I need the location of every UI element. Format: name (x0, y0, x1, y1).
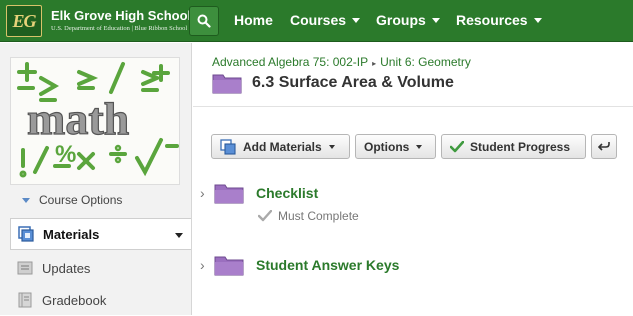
chevron-down-icon (416, 144, 423, 149)
add-materials-label: Add Materials (243, 139, 322, 154)
nav-courses[interactable]: Courses (290, 12, 361, 28)
math-symbols-graphic: % math (11, 58, 179, 184)
left-sidebar: % math Course Options Materials Updates (0, 43, 192, 315)
list-item[interactable]: › Student Answer Keys (200, 254, 399, 276)
svg-text:%: % (55, 141, 76, 168)
requirement-status: Must Complete (258, 209, 359, 223)
divider (193, 106, 633, 107)
checkmark-icon (258, 210, 272, 222)
checkmark-icon (450, 140, 464, 152)
chevron-down-icon (431, 17, 440, 23)
nav-groups[interactable]: Groups (376, 12, 440, 28)
chevron-down-icon (328, 144, 335, 149)
requirement-label: Must Complete (278, 209, 359, 223)
school-name[interactable]: Elk Grove High School (51, 8, 191, 23)
breadcrumb-course-link[interactable]: Advanced Algebra 75: 002-IP (212, 55, 368, 69)
sidebar-item-label: Materials (43, 226, 100, 242)
options-label: Options (364, 139, 410, 154)
top-navigation-bar: EG Elk Grove High School U.S. Department… (0, 0, 633, 42)
chevron-right-icon[interactable]: › (200, 257, 214, 273)
sidebar-item-gradebook[interactable]: Gradebook (10, 284, 191, 316)
nav-courses-label: Courses (290, 12, 347, 28)
chevron-down-icon (533, 17, 542, 23)
gradebook-icon (18, 292, 32, 308)
add-materials-button[interactable]: Add Materials (211, 134, 350, 159)
sidebar-item-label: Updates (42, 260, 91, 276)
sidebar-item-label: Gradebook (42, 292, 107, 308)
folder-icon (214, 184, 244, 204)
breadcrumb-unit-link[interactable]: Unit 6: Geometry (380, 55, 471, 69)
folder-title[interactable]: Checklist (256, 185, 318, 201)
student-progress-label: Student Progress (470, 139, 571, 154)
folder-icon (212, 74, 242, 94)
school-logo[interactable]: EG (6, 5, 42, 37)
page-title: 6.3 Surface Area & Volume (252, 74, 454, 91)
caret-down-icon (22, 197, 30, 203)
nav-resources-label: Resources (456, 12, 528, 28)
sidebar-item-materials[interactable]: Materials (10, 218, 191, 250)
nav-home-label: Home (234, 12, 273, 28)
nav-resources[interactable]: Resources (456, 12, 542, 28)
school-subtitle: U.S. Department of Education | Blue Ribb… (51, 25, 188, 32)
chevron-down-icon (352, 17, 361, 23)
sidebar-item-updates[interactable]: Updates (10, 252, 191, 284)
folder-title[interactable]: Student Answer Keys (256, 257, 399, 273)
student-progress-button[interactable]: Student Progress (441, 134, 586, 159)
updates-icon (17, 261, 33, 275)
course-options-label: Course Options (39, 193, 123, 207)
back-button[interactable] (591, 134, 617, 159)
breadcrumb: Advanced Algebra 75: 002-IP ▸ Unit 6: Geom… (212, 55, 471, 69)
nav-home[interactable]: Home (234, 12, 273, 28)
course-image-text: math (27, 93, 129, 144)
course-image[interactable]: % math (10, 57, 180, 185)
add-materials-icon (220, 138, 236, 155)
folder-icon (214, 256, 244, 276)
page-title-row: 6.3 Surface Area & Volume (212, 72, 454, 94)
materials-icon (18, 226, 34, 242)
nav-groups-label: Groups (376, 12, 426, 28)
school-logo-text: EG (12, 10, 36, 31)
search-icon (197, 14, 211, 28)
options-button[interactable]: Options (355, 134, 436, 159)
breadcrumb-separator-icon: ▸ (372, 59, 377, 68)
course-options-toggle[interactable]: Course Options (0, 188, 191, 212)
search-button[interactable] (189, 6, 219, 36)
chevron-right-icon[interactable]: › (200, 185, 214, 201)
list-item[interactable]: › Checklist (200, 182, 318, 204)
undo-arrow-icon (598, 141, 610, 151)
chevron-down-icon[interactable] (175, 233, 183, 238)
